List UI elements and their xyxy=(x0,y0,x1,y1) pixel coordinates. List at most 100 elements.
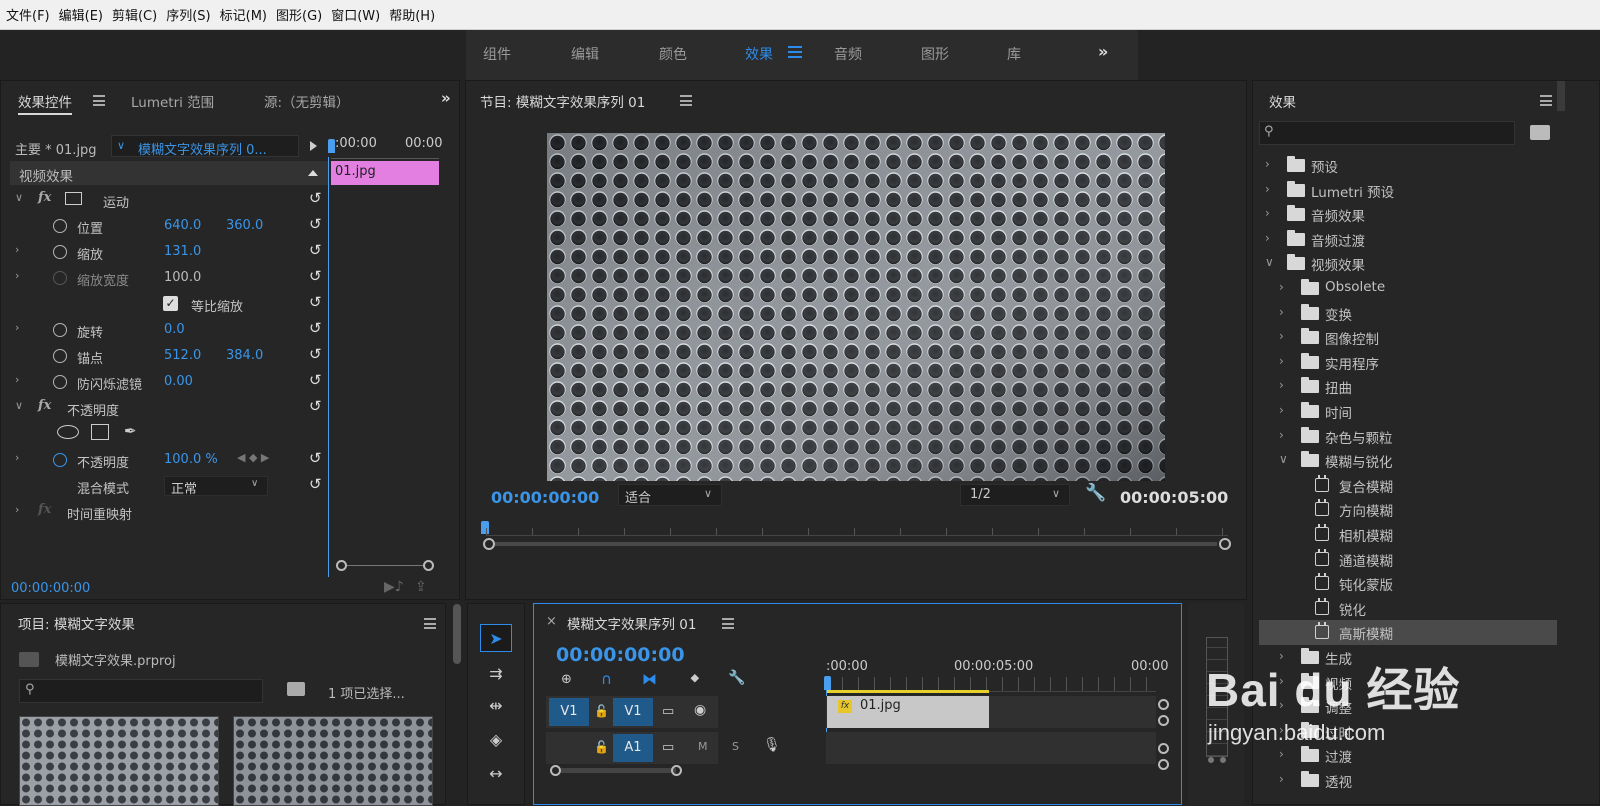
ripple-edit-tool-icon[interactable]: ⇹ xyxy=(480,692,512,720)
thumbnail-image[interactable] xyxy=(19,716,219,806)
panel-overflow-icon[interactable]: » xyxy=(441,89,451,107)
property-value[interactable]: 100.0 % xyxy=(164,452,218,467)
chevron-down-icon[interactable]: ∨ xyxy=(15,399,23,412)
reset-icon[interactable]: ↺ xyxy=(309,319,327,337)
a1-track[interactable] xyxy=(826,732,1156,764)
stopwatch-icon[interactable] xyxy=(53,323,67,337)
effects-tree-item[interactable]: › 实用程序 xyxy=(1259,350,1559,375)
chevron-right-icon[interactable]: › xyxy=(15,243,19,256)
menu-item[interactable]: 图形(G) xyxy=(276,5,322,24)
more-workspaces-icon[interactable]: » xyxy=(1098,42,1108,61)
chevron-right-icon[interactable]: › xyxy=(15,503,19,516)
effects-scrollbar[interactable] xyxy=(1557,81,1565,111)
effects-tree-item[interactable]: 相机模糊 xyxy=(1259,522,1559,547)
effects-tree-item[interactable]: › Lumetri 预设 xyxy=(1259,178,1559,203)
project-search-input[interactable] xyxy=(19,679,263,703)
selection-tool-icon[interactable]: ➤ xyxy=(480,624,512,652)
menu-item[interactable]: 剪辑(C) xyxy=(112,5,157,24)
audio-output-icon[interactable]: ▶♪ xyxy=(384,579,404,595)
thumbnail-sequence[interactable] xyxy=(233,716,433,806)
v1-track-target[interactable]: V1 xyxy=(613,698,653,726)
reset-icon[interactable]: ↺ xyxy=(309,449,327,467)
workspace-tab[interactable]: 编辑 xyxy=(571,30,599,80)
effects-tree-item[interactable]: › 图像控制 xyxy=(1259,325,1559,350)
property-value[interactable]: 100.0 xyxy=(164,270,201,285)
export-icon[interactable]: ⇪ xyxy=(415,579,427,595)
chevron-right-icon[interactable]: › xyxy=(15,321,19,334)
chevron-right-icon[interactable]: › xyxy=(1279,280,1284,294)
ec-clip-bar[interactable]: 01.jpg xyxy=(331,161,439,185)
timeline-timecode[interactable]: 00:00:00:00 xyxy=(556,644,685,666)
chevron-right-icon[interactable]: › xyxy=(1279,403,1284,417)
a1-track-target[interactable]: A1 xyxy=(613,734,653,762)
property-value[interactable]: 0.00 xyxy=(164,374,193,389)
collapse-triangle-icon[interactable] xyxy=(308,170,318,176)
reset-icon[interactable]: ↺ xyxy=(309,475,327,493)
workspace-tab[interactable]: 库 xyxy=(1007,30,1021,80)
property-value[interactable]: 0.0 xyxy=(164,322,185,337)
workspace-tab[interactable]: 组件 xyxy=(483,30,511,80)
track-scroll-knobs[interactable] xyxy=(1158,699,1170,770)
effects-tree-item[interactable]: › 音频效果 xyxy=(1259,202,1559,227)
stopwatch-icon[interactable] xyxy=(53,219,67,233)
ellipse-mask-icon[interactable] xyxy=(57,425,79,439)
effects-tree-item[interactable]: › 透视 xyxy=(1259,768,1559,793)
program-zoom-scroll[interactable] xyxy=(483,538,1231,551)
menu-item[interactable]: 标记(M) xyxy=(220,5,267,24)
reset-icon[interactable]: ↺ xyxy=(309,397,327,415)
wrench-icon[interactable]: 🔧 xyxy=(728,670,745,686)
property-value[interactable]: 640.0 xyxy=(164,218,201,233)
effects-tree-item[interactable]: 钝化蒙版 xyxy=(1259,571,1559,596)
tab-lumetri-scopes[interactable]: Lumetri 范围 xyxy=(131,91,214,111)
track-select-tool-icon[interactable]: ⇉ xyxy=(480,660,512,688)
eye-icon[interactable]: ◉ xyxy=(694,702,706,718)
effects-tree-item[interactable]: › 杂色与颗粒 xyxy=(1259,424,1559,449)
effects-tree-item[interactable]: › 音频过渡 xyxy=(1259,227,1559,252)
effects-tree-item[interactable]: › 预设 xyxy=(1259,153,1559,178)
effects-search-input[interactable] xyxy=(1259,121,1515,145)
menu-item[interactable]: 窗口(W) xyxy=(331,5,380,24)
new-bin-icon[interactable] xyxy=(1530,125,1550,140)
stopwatch-icon[interactable] xyxy=(53,375,67,389)
chevron-right-icon[interactable]: › xyxy=(1279,428,1284,442)
chevron-right-icon[interactable]: › xyxy=(1279,354,1284,368)
lock-icon[interactable]: 🔓 xyxy=(594,704,609,718)
rectangle-mask-icon[interactable] xyxy=(91,424,109,440)
fx-icon[interactable]: fx xyxy=(38,502,51,517)
stopwatch-icon[interactable] xyxy=(53,271,67,285)
effects-tree-item[interactable]: ∨ 视频效果 xyxy=(1259,251,1559,276)
chevron-right-icon[interactable]: › xyxy=(15,451,19,464)
menu-item[interactable]: 编辑(E) xyxy=(59,5,103,24)
timeline-close-icon[interactable]: × xyxy=(546,614,557,629)
scrollbar[interactable] xyxy=(453,604,461,664)
wrench-icon[interactable]: 🔧 xyxy=(1085,483,1106,503)
tab-effect-controls[interactable]: 效果控件 xyxy=(18,91,72,115)
lock-icon[interactable]: 🔓 xyxy=(594,740,609,754)
magnet-icon[interactable]: ∩ xyxy=(601,670,612,688)
workspace-tab[interactable]: 颜色 xyxy=(659,30,687,80)
fx-icon[interactable]: fx xyxy=(38,190,51,205)
stopwatch-icon[interactable] xyxy=(53,453,67,467)
stopwatch-icon[interactable] xyxy=(53,349,67,363)
find-icon[interactable] xyxy=(287,682,305,696)
chevron-right-icon[interactable]: › xyxy=(1265,182,1270,196)
reset-icon[interactable]: ↺ xyxy=(309,215,327,233)
stopwatch-icon[interactable] xyxy=(53,245,67,259)
effects-menu-icon[interactable] xyxy=(1540,95,1552,106)
menu-item[interactable]: 序列(S) xyxy=(166,5,210,24)
effects-tree-item[interactable]: › Obsolete xyxy=(1259,276,1559,301)
chevron-down-icon[interactable]: ∨ xyxy=(1279,452,1288,466)
effects-tree-item[interactable]: › 时间 xyxy=(1259,399,1559,424)
effects-tree-item[interactable]: › 变换 xyxy=(1259,301,1559,326)
property-value[interactable]: 512.0 xyxy=(164,348,201,363)
chevron-right-icon[interactable]: › xyxy=(15,373,19,386)
pen-mask-icon[interactable]: ✒ xyxy=(124,422,137,440)
program-timecode[interactable]: 00:00:00:00 xyxy=(491,488,599,507)
slip-tool-icon[interactable]: ↔ xyxy=(480,760,512,788)
reset-icon[interactable]: ↺ xyxy=(309,371,327,389)
chevron-right-icon[interactable]: › xyxy=(1265,157,1270,171)
checkbox[interactable]: ✓ xyxy=(163,296,178,311)
chevron-right-icon[interactable]: › xyxy=(1265,206,1270,220)
work-area-bar[interactable] xyxy=(827,690,989,693)
chevron-down-icon[interactable]: ∨ xyxy=(1265,255,1274,269)
